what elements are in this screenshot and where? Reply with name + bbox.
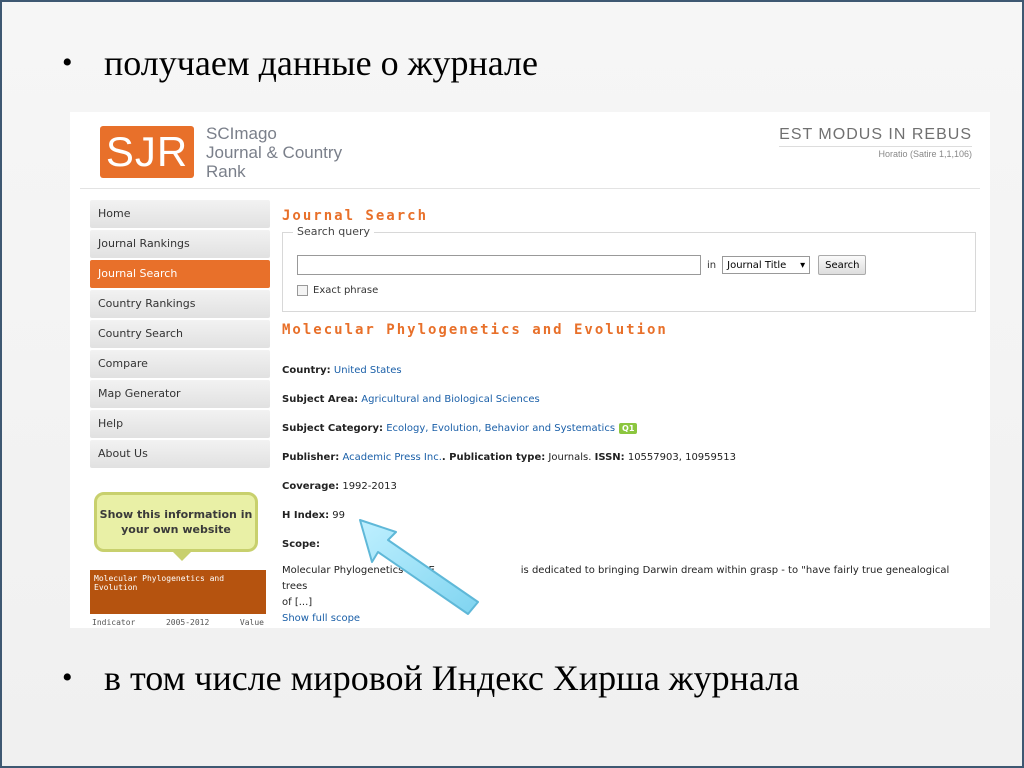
widget-columns: Indicator 2005-2012 Value — [90, 614, 266, 628]
publisher-label: Publisher: — [282, 452, 340, 463]
subject-category-label: Subject Category: — [282, 423, 384, 434]
subject-category-line: Subject Category: Ecology, Evolution, Be… — [282, 414, 976, 443]
search-field-select-value: Journal Title — [727, 259, 787, 271]
site-name-line1: SCImago — [206, 124, 277, 143]
scope-label: Scope: — [282, 539, 320, 550]
in-label: in — [707, 259, 717, 271]
bullet-1-text: получаем данные о журнале — [104, 43, 538, 83]
sidebar: Home Journal Rankings Journal Search Cou… — [90, 200, 270, 627]
sjr-logo[interactable]: SJR — [100, 126, 194, 178]
nav-country-search[interactable]: Country Search — [90, 320, 270, 348]
nav-journal-rankings[interactable]: Journal Rankings — [90, 230, 270, 258]
highlight-arrow — [359, 519, 479, 615]
country-label: Country: — [282, 365, 331, 376]
quartile-badge: Q1 — [619, 423, 638, 434]
scope-more: of [...] — [282, 597, 313, 608]
hindex-label: H Index: — [282, 510, 330, 521]
search-row: in Journal Title ▾ Search — [297, 255, 867, 275]
nav-help[interactable]: Help — [90, 410, 270, 438]
bullet-2-text: в том числе мировой Индекс Хирша журнала — [104, 658, 800, 698]
motto-source: Horatio (Satire 1,1,106) — [878, 149, 972, 159]
nav-compare[interactable]: Compare — [90, 350, 270, 378]
callout-tail — [172, 551, 192, 561]
pubtype-value: Journals. — [548, 452, 592, 463]
bullet-dot: • — [62, 46, 73, 79]
nav-journal-search[interactable]: Journal Search — [90, 260, 270, 288]
widget-col-years: 2005-2012 — [165, 618, 210, 627]
widget-title: Molecular Phylogenetics and Evolution — [90, 570, 266, 614]
search-query-box: Search query in Journal Title ▾ Search E… — [282, 225, 976, 312]
embed-callout-button[interactable]: Show this information in your own websit… — [94, 492, 258, 552]
motto: EST MODUS IN REBUS Horatio (Satire 1,1,1… — [779, 126, 972, 159]
issn-label: ISSN: — [594, 452, 625, 463]
widget-col-indicator: Indicator — [92, 618, 136, 627]
nav-map-generator[interactable]: Map Generator — [90, 380, 270, 408]
search-input[interactable] — [297, 255, 701, 275]
show-full-scope-link[interactable]: Show full scope — [282, 613, 360, 624]
nav-about-us[interactable]: About Us — [90, 440, 270, 468]
slide: • получаем данные о журнале SJR SCImago … — [0, 0, 1024, 768]
exact-phrase-checkbox[interactable] — [297, 285, 308, 296]
country-link[interactable]: United States — [334, 365, 402, 376]
site-name-line3: Rank — [206, 162, 246, 181]
sjr-screenshot: SJR SCImago Journal & Country Rank EST M… — [70, 112, 990, 628]
subject-area-line: Subject Area: Agricultural and Biologica… — [282, 385, 976, 414]
country-line: Country: United States — [282, 356, 976, 385]
header-divider — [80, 188, 980, 189]
exact-phrase-row: Exact phrase — [297, 285, 378, 296]
nav-home[interactable]: Home — [90, 200, 270, 228]
pubtype-label: . Publication type: — [441, 452, 546, 463]
journal-title: Molecular Phylogenetics and Evolution — [282, 322, 668, 338]
widget-col-value: Value — [239, 618, 264, 627]
coverage-value: 1992-2013 — [342, 481, 397, 492]
issn-value: 10557903, 10959513 — [627, 452, 736, 463]
publisher-line: Publisher: Academic Press Inc.. Publicat… — [282, 443, 976, 472]
bullet-2: • в том числе мировой Индекс Хирша журна… — [62, 657, 799, 699]
subject-category-link[interactable]: Ecology, Evolution, Behavior and Systema… — [386, 423, 615, 434]
journal-search-heading: Journal Search — [282, 208, 429, 224]
bullet-dot: • — [62, 661, 73, 694]
search-query-legend: Search query — [293, 225, 375, 238]
subject-area-label: Subject Area: — [282, 394, 359, 405]
hindex-value: 99 — [332, 510, 346, 521]
nav-country-rankings[interactable]: Country Rankings — [90, 290, 270, 318]
search-field-select[interactable]: Journal Title ▾ — [722, 256, 811, 274]
search-button[interactable]: Search — [818, 255, 867, 275]
site-name: SCImago Journal & Country Rank — [206, 124, 342, 181]
indicator-widget: Molecular Phylogenetics and Evolution In… — [90, 570, 266, 628]
coverage-line: Coverage: 1992-2013 — [282, 472, 976, 501]
bullet-1: • получаем данные о журнале — [62, 42, 538, 84]
coverage-label: Coverage: — [282, 481, 340, 492]
subject-area-link[interactable]: Agricultural and Biological Sciences — [361, 394, 539, 405]
publisher-link[interactable]: Academic Press Inc. — [342, 452, 441, 463]
arrow-shape — [359, 519, 479, 615]
chevron-down-icon: ▾ — [800, 259, 806, 271]
site-name-line2: Journal & Country — [206, 143, 343, 162]
motto-title: EST MODUS IN REBUS — [779, 126, 972, 147]
exact-phrase-label: Exact phrase — [313, 285, 379, 296]
